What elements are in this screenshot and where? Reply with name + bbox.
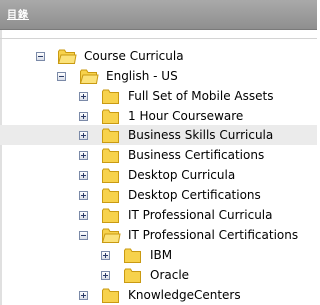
folder-icon	[124, 248, 141, 263]
tree-node-label: IBM	[150, 248, 173, 262]
tree-node-label: Desktop Curricula	[128, 168, 236, 182]
tree-node-course-curricula[interactable]: Course Curricula	[0, 46, 317, 66]
tree-node-label: Desktop Certifications	[128, 188, 261, 202]
expand-icon[interactable]	[79, 171, 88, 180]
tree-node-label: Full Set of Mobile Assets	[128, 89, 274, 103]
contents-panel: 目錄 Course Curricula English - US Full Se…	[0, 0, 317, 305]
panel-header: 目錄	[0, 0, 317, 30]
expand-icon[interactable]	[79, 291, 88, 300]
tree-node-desktop-curricula[interactable]: Desktop Curricula	[0, 165, 317, 185]
folder-icon	[79, 69, 99, 84]
tree-node-label: IT Professional Curricula	[128, 208, 273, 222]
tree-node-knowledgecenters[interactable]: KnowledgeCenters	[0, 285, 317, 305]
tree-node-mobile-assets[interactable]: Full Set of Mobile Assets	[0, 86, 317, 106]
collapse-icon[interactable]	[57, 72, 66, 81]
folder-icon	[102, 148, 119, 163]
expand-icon[interactable]	[79, 131, 88, 140]
header-divider	[0, 38, 317, 39]
tree-node-label: Business Certifications	[128, 148, 265, 162]
folder-icon	[102, 188, 119, 203]
tree-node-1-hour-courseware[interactable]: 1 Hour Courseware	[0, 106, 317, 126]
folder-icon	[102, 208, 119, 223]
tree-node-label: KnowledgeCenters	[128, 288, 241, 302]
tree-node-label: 1 Hour Courseware	[128, 109, 244, 123]
expand-icon[interactable]	[101, 271, 110, 280]
panel-title[interactable]: 目錄	[7, 10, 29, 22]
expand-icon[interactable]	[79, 112, 88, 121]
tree-node-label: Oracle	[150, 268, 190, 282]
folder-icon	[102, 168, 119, 183]
tree-node-ibm[interactable]: IBM	[0, 245, 317, 265]
tree-node-label: Business Skills Curricula	[128, 128, 274, 142]
tree-node-label: English - US	[106, 69, 178, 83]
tree-node-english-us[interactable]: English - US	[0, 66, 317, 86]
tree-node-business-skills[interactable]: Business Skills Curricula	[0, 125, 317, 145]
expand-icon[interactable]	[79, 191, 88, 200]
expand-icon[interactable]	[79, 151, 88, 160]
tree-node-label: Course Curricula	[84, 49, 184, 63]
collapse-icon[interactable]	[36, 52, 45, 61]
tree-node-oracle[interactable]: Oracle	[0, 265, 317, 285]
expand-icon[interactable]	[101, 251, 110, 260]
folder-icon	[57, 49, 77, 64]
folder-icon	[102, 128, 119, 143]
tree-node-it-professional-certifications[interactable]: IT Professional Certifications	[0, 225, 317, 245]
folder-icon	[102, 288, 119, 303]
tree-node-business-certifications[interactable]: Business Certifications	[0, 145, 317, 165]
folder-icon	[101, 228, 121, 243]
tree-node-label: IT Professional Certifications	[128, 228, 299, 242]
folder-icon	[124, 268, 141, 283]
expand-icon[interactable]	[79, 211, 88, 220]
expand-icon[interactable]	[79, 92, 88, 101]
tree-node-it-professional-curricula[interactable]: IT Professional Curricula	[0, 205, 317, 225]
folder-icon	[102, 109, 119, 124]
collapse-icon[interactable]	[79, 231, 88, 240]
folder-icon	[102, 89, 119, 104]
tree-node-desktop-certifications[interactable]: Desktop Certifications	[0, 185, 317, 205]
